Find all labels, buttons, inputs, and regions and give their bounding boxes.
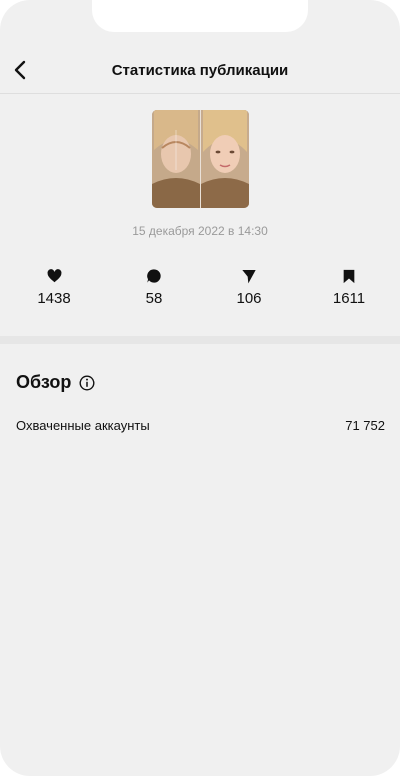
page-title: Статистика публикации xyxy=(111,62,289,79)
post-image xyxy=(152,110,249,208)
post-date: 15 декабря 2022 в 14:30 xyxy=(132,224,268,238)
post-thumbnail[interactable] xyxy=(152,110,249,208)
comment-icon xyxy=(146,268,162,284)
heart-icon xyxy=(46,268,62,284)
overview-header: Обзор xyxy=(16,372,95,393)
bookmark-icon xyxy=(341,268,357,284)
reached-accounts-label: Охваченные аккаунты xyxy=(16,418,150,433)
likes-stat: 1438 xyxy=(14,268,94,307)
reached-accounts-row[interactable]: Охваченные аккаунты 71 752 xyxy=(16,418,385,433)
comments-stat: 58 xyxy=(114,268,194,307)
saves-count: 1611 xyxy=(332,290,366,307)
top-navigation-bar: Статистика публикации xyxy=(0,46,400,94)
section-divider xyxy=(0,336,400,344)
overview-title: Обзор xyxy=(16,372,72,392)
saves-stat: 1611 xyxy=(309,268,389,307)
comments-count: 58 xyxy=(145,290,163,307)
info-icon[interactable] xyxy=(79,374,95,391)
screen: Статистика публикации 15 декабря 2022 в … xyxy=(0,0,400,776)
likes-count: 1438 xyxy=(37,290,71,307)
send-icon xyxy=(241,268,257,284)
shares-count: 106 xyxy=(236,290,262,307)
shares-stat: 106 xyxy=(209,268,289,307)
reached-accounts-value: 71 752 xyxy=(345,418,385,433)
device-notch xyxy=(92,0,308,32)
